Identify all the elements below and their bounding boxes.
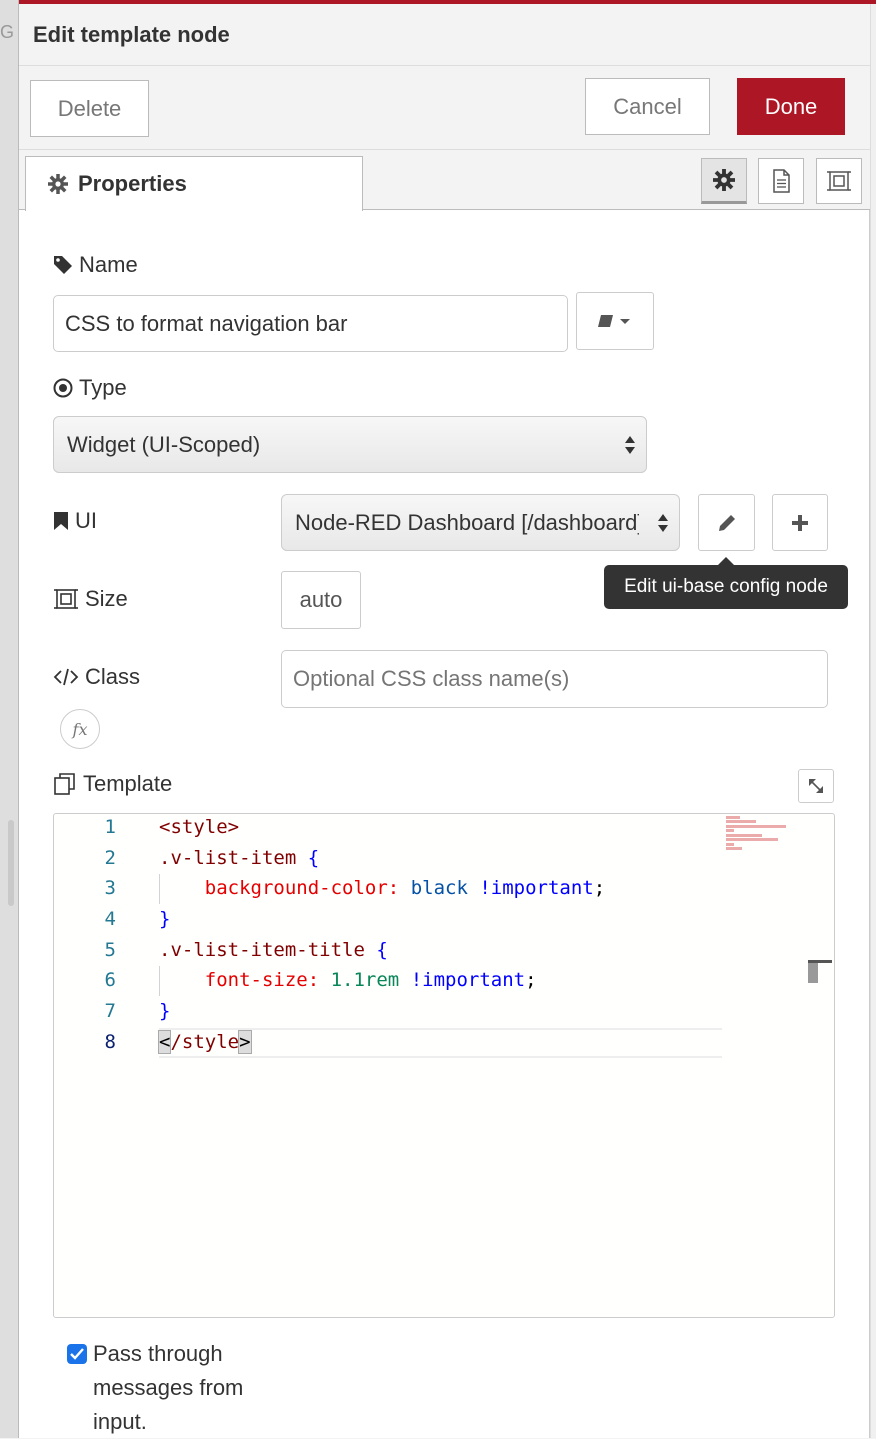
tag-icon	[54, 256, 72, 274]
line-number: 5	[104, 939, 116, 961]
code-line: 3 background-color: black !important;	[54, 877, 834, 907]
expand-editor-button[interactable]	[798, 769, 834, 803]
pencil-icon	[718, 514, 735, 531]
radio-dot-icon	[53, 378, 73, 398]
select-arrows-icon	[625, 435, 635, 454]
template-label-row: Template	[53, 771, 172, 797]
document-icon	[773, 169, 790, 193]
name-label-row: Name	[53, 252, 138, 278]
ui-label-row: UI	[53, 508, 97, 534]
cancel-button[interactable]: Cancel	[585, 78, 710, 135]
pass-through-checkbox[interactable]	[67, 1344, 87, 1364]
fx-button[interactable]: fx	[60, 709, 100, 749]
tabs-bar: Properties	[19, 150, 870, 211]
done-button[interactable]: Done	[737, 78, 845, 135]
code-minimap[interactable]	[726, 814, 806, 854]
tab-settings[interactable]	[701, 158, 747, 204]
copy-icon	[54, 773, 75, 795]
workspace-edge-char: G	[0, 22, 15, 42]
code-line: 6 font-size: 1.1rem !important;	[54, 969, 834, 999]
name-input[interactable]: CSS to format navigation bar	[53, 295, 568, 352]
tab-properties[interactable]: Properties	[25, 156, 363, 211]
size-label-row: Size	[53, 586, 128, 612]
tray-toolbar: Delete Cancel Done	[19, 66, 870, 150]
template-label: Template	[83, 771, 173, 796]
tray-header: Edit template node	[19, 4, 870, 66]
code-text: .v-list-item {	[159, 847, 320, 869]
line-number: 1	[104, 816, 116, 838]
workspace-edge: G	[0, 0, 19, 1438]
edit-tray: Edit template node Delete Cancel Done Pr…	[19, 4, 870, 1438]
code-line: 7 }	[54, 1000, 834, 1030]
delete-button[interactable]: Delete	[30, 80, 149, 137]
code-text: <style>	[159, 816, 240, 838]
select-arrows-icon	[658, 513, 668, 532]
gear-icon	[713, 169, 735, 191]
code-icon	[53, 668, 79, 686]
expand-icon	[809, 779, 823, 793]
code-text: background-color: black !important;	[204, 877, 606, 899]
ui-select[interactable]: Node-RED Dashboard [/dashboard]	[281, 494, 680, 551]
size-button[interactable]: auto	[281, 571, 361, 629]
edit-config-button[interactable]	[698, 494, 755, 551]
workspace-scrollbar[interactable]	[8, 820, 14, 906]
tab-properties-label: Properties	[78, 171, 187, 196]
line-number: 7	[104, 1000, 116, 1022]
code-line: 2 .v-list-item {	[54, 847, 834, 877]
code-text: </style>	[157, 1030, 252, 1054]
class-input[interactable]	[281, 650, 828, 708]
code-line: 5 .v-list-item-title {	[54, 939, 834, 969]
line-number: 3	[104, 877, 116, 899]
code-line: 1 <style>	[54, 816, 834, 846]
line-number: 2	[104, 847, 116, 869]
code-text: font-size: 1.1rem !important;	[204, 969, 537, 991]
layout-icon	[827, 171, 851, 191]
code-text: .v-list-item-title {	[159, 939, 388, 961]
line-number: 4	[104, 908, 116, 930]
template-code-editor[interactable]: 1 <style> 2 .v-list-item { 3 background-…	[53, 813, 835, 1318]
code-text: }	[159, 1000, 171, 1022]
tray-title: Edit template node	[33, 22, 230, 47]
add-config-button[interactable]	[772, 494, 828, 551]
editor-scrollbar[interactable]	[808, 960, 832, 984]
class-label-row: Class	[53, 664, 140, 690]
name-library-button[interactable]	[576, 292, 654, 350]
plus-icon	[792, 514, 808, 531]
resize-icon	[54, 589, 78, 609]
class-label: Class	[85, 664, 141, 689]
ui-label: UI	[75, 508, 97, 533]
line-number: 8	[104, 1031, 116, 1053]
name-label: Name	[79, 252, 138, 277]
bookmark-icon	[54, 512, 68, 530]
gear-icon	[48, 174, 68, 194]
code-line: 8 </style>	[54, 1030, 834, 1061]
code-text: }	[159, 908, 171, 930]
book-icon	[598, 315, 630, 327]
tab-description[interactable]	[758, 158, 804, 204]
type-select-value: Widget (UI-Scoped)	[67, 431, 261, 457]
size-label: Size	[85, 586, 128, 611]
right-edge	[870, 4, 876, 1438]
type-select[interactable]: Widget (UI-Scoped)	[53, 416, 647, 473]
code-line: 4 }	[54, 908, 834, 938]
type-label: Type	[79, 375, 127, 400]
pass-through-label: Pass through messages from input.	[93, 1341, 244, 1434]
line-number: 6	[104, 969, 116, 991]
ui-select-value: Node-RED Dashboard [/dashboard]	[295, 509, 639, 535]
type-label-row: Type	[53, 375, 127, 401]
tab-appearance[interactable]	[816, 158, 862, 204]
edit-config-tooltip: Edit ui-base config node	[604, 557, 848, 609]
checkmark-icon	[70, 1348, 84, 1360]
